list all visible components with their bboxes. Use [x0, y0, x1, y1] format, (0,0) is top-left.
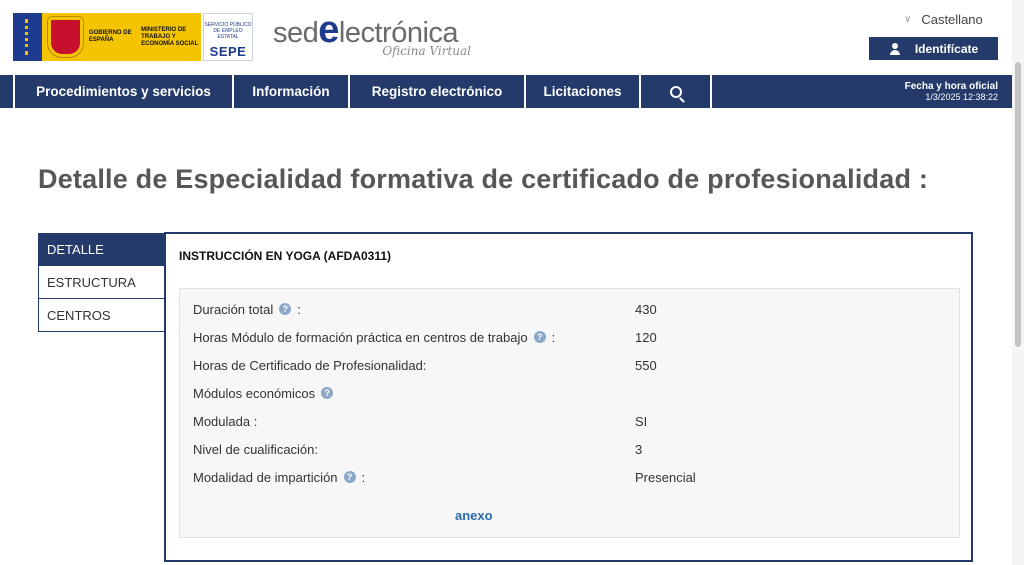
help-icon[interactable]: ? — [321, 387, 334, 399]
identify-button[interactable]: Identifícate — [869, 37, 998, 60]
help-icon[interactable]: ? — [343, 471, 356, 483]
info-row-value: 430 — [635, 301, 657, 317]
info-row-nivel: Nivel de cualificación: 3 — [193, 439, 953, 459]
page-title: Detalle de Especialidad formativa de cer… — [38, 164, 929, 194]
info-label-text: Horas de Certificado de Profesionalidad: — [193, 357, 427, 373]
identify-button-label: Identifícate — [914, 41, 979, 56]
info-row-horas-practica: Horas Módulo de formación práctica en ce… — [193, 327, 953, 347]
official-datetime-value: 1/3/2025 12:38:22 — [925, 92, 998, 102]
tab-estructura[interactable]: ESTRUCTURA — [38, 266, 165, 299]
nav-item-informacion[interactable]: Información — [234, 75, 350, 108]
scrollbar-thumb[interactable] — [1015, 62, 1021, 347]
chevron-down-icon: ∨ — [904, 14, 912, 25]
info-row-value: 550 — [635, 357, 657, 373]
sede-logo-subtitle: Oficina Virtual — [382, 44, 471, 58]
info-label-text: Módulos económicos — [193, 385, 316, 401]
info-row-label: Horas Módulo de formación práctica en ce… — [193, 330, 635, 345]
info-label-suffix: : — [551, 329, 556, 345]
site-header: GOBIERNO DE ESPAÑA MINISTERIO DE TRABAJO… — [0, 0, 1012, 75]
info-row-value: Presencial — [635, 469, 696, 485]
sepe-logo-small-text: SERVICIO PÚBLICO DE EMPLEO ESTATAL — [204, 22, 252, 40]
info-row-value: 120 — [635, 329, 657, 345]
main-navigation: Procedimientos y servicios Información R… — [0, 75, 1012, 108]
detail-tabs: DETALLE ESTRUCTURA CENTROS — [38, 233, 165, 332]
info-row-label: Modulada : — [193, 414, 635, 429]
info-row-label: Duración total ? : — [193, 302, 635, 317]
tab-detalle[interactable]: DETALLE — [38, 233, 165, 266]
language-selector[interactable]: ∨ Castellano — [904, 12, 983, 27]
info-row-label: Modalidad de impartición ? : — [193, 470, 635, 485]
help-icon[interactable]: ? — [533, 331, 546, 343]
info-row-modulos-economicos: Módulos económicos ? — [193, 383, 953, 403]
official-datetime-label: Fecha y hora oficial — [904, 81, 998, 92]
specialty-info-box: Duración total ? : 430 Horas Módulo de f… — [179, 288, 960, 538]
info-label-text: Horas Módulo de formación práctica en ce… — [193, 329, 528, 345]
sede-electronica-logo[interactable]: sedelectrónica Oficina Virtual — [273, 11, 473, 62]
nav-item-registro[interactable]: Registro electrónico — [350, 75, 526, 108]
specialty-heading: INSTRUCCIÓN EN YOGA (AFDA0311) — [179, 249, 392, 263]
language-label: Castellano — [921, 12, 983, 27]
detail-panel: INSTRUCCIÓN EN YOGA (AFDA0311) Duración … — [164, 232, 973, 562]
info-label-text: Modalidad de impartición — [193, 469, 338, 485]
info-row-duracion: Duración total ? : 430 — [193, 299, 953, 319]
info-row-label: Horas de Certificado de Profesionalidad: — [193, 358, 635, 373]
nav-item-procedimientos[interactable]: Procedimientos y servicios — [13, 75, 234, 108]
info-label-suffix: : — [297, 301, 301, 317]
annex-link[interactable]: anexo — [455, 508, 493, 523]
tab-centros[interactable]: CENTROS — [38, 299, 165, 332]
sepe-logo-text: SEPE — [209, 44, 247, 59]
spain-coat-of-arms-icon — [47, 17, 83, 57]
info-label-text: Duración total — [193, 301, 274, 317]
search-icon — [669, 85, 682, 98]
info-label-text: Modulada : — [193, 413, 258, 429]
ministry-logo-text: MINISTERIO DE TRABAJO Y ECONOMÍA SOCIAL — [141, 26, 199, 47]
nav-item-licitaciones[interactable]: Licitaciones — [526, 75, 641, 108]
gov-logo-text: GOBIERNO DE ESPAÑA — [88, 30, 132, 43]
sede-logo-e: e — [318, 9, 339, 51]
help-icon[interactable]: ? — [279, 303, 292, 315]
user-icon — [889, 42, 901, 55]
info-row-horas-certificado: Horas de Certificado de Profesionalidad:… — [193, 355, 953, 375]
info-label-text: Nivel de cualificación: — [193, 441, 319, 457]
info-row-label: Módulos económicos ? — [193, 386, 635, 401]
info-row-modalidad: Modalidad de impartición ? : Presencial — [193, 467, 953, 487]
sepe-logo[interactable]: SERVICIO PÚBLICO DE EMPLEO ESTATAL SEPE — [203, 13, 253, 61]
info-label-suffix: : — [361, 469, 366, 485]
info-row-value: 3 — [635, 441, 643, 457]
info-row-label: Nivel de cualificación: — [193, 442, 635, 457]
eu-flag-icon — [13, 13, 42, 61]
search-button[interactable] — [641, 75, 712, 108]
info-row-value: SI — [635, 413, 648, 429]
page-scrollbar[interactable] — [1012, 0, 1024, 565]
info-row-modulada: Modulada : SI — [193, 411, 953, 431]
official-datetime: Fecha y hora oficial 1/3/2025 12:38:22 — [905, 75, 1012, 108]
government-logo[interactable]: GOBIERNO DE ESPAÑA MINISTERIO DE TRABAJO… — [13, 13, 201, 61]
sede-logo-part: sed — [273, 17, 319, 49]
